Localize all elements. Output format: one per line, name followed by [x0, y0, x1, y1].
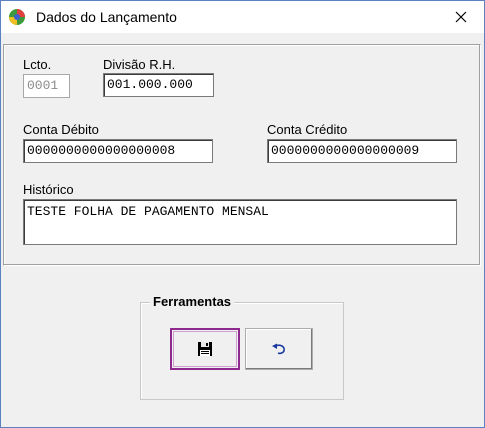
conta-debito-label: Conta Débito: [23, 122, 99, 137]
title-bar[interactable]: Dados do Lançamento: [1, 1, 484, 33]
divisao-field[interactable]: 001.000.000: [103, 73, 214, 97]
conta-credito-label: Conta Crédito: [267, 122, 348, 137]
app-globe-icon: [8, 8, 26, 26]
lcto-label: Lcto.: [23, 57, 52, 72]
ferramentas-title: Ferramentas: [150, 294, 235, 309]
historico-label: Histórico: [23, 182, 74, 197]
close-icon: [455, 11, 467, 23]
lcto-field: 0001: [23, 74, 70, 98]
floppy-disk-icon: [198, 342, 212, 356]
divisao-label: Divisão R.H.: [103, 57, 176, 72]
conta-credito-field[interactable]: 0000000000000000009: [267, 139, 457, 163]
undo-button[interactable]: [245, 328, 313, 370]
conta-debito-field[interactable]: 0000000000000000008: [23, 139, 213, 163]
historico-field[interactable]: TESTE FOLHA DE PAGAMENTO MENSAL: [23, 199, 457, 245]
save-button[interactable]: [170, 328, 240, 370]
close-button[interactable]: [438, 1, 484, 33]
window-title: Dados do Lançamento: [36, 9, 177, 25]
undo-arrow-icon: [272, 343, 285, 355]
